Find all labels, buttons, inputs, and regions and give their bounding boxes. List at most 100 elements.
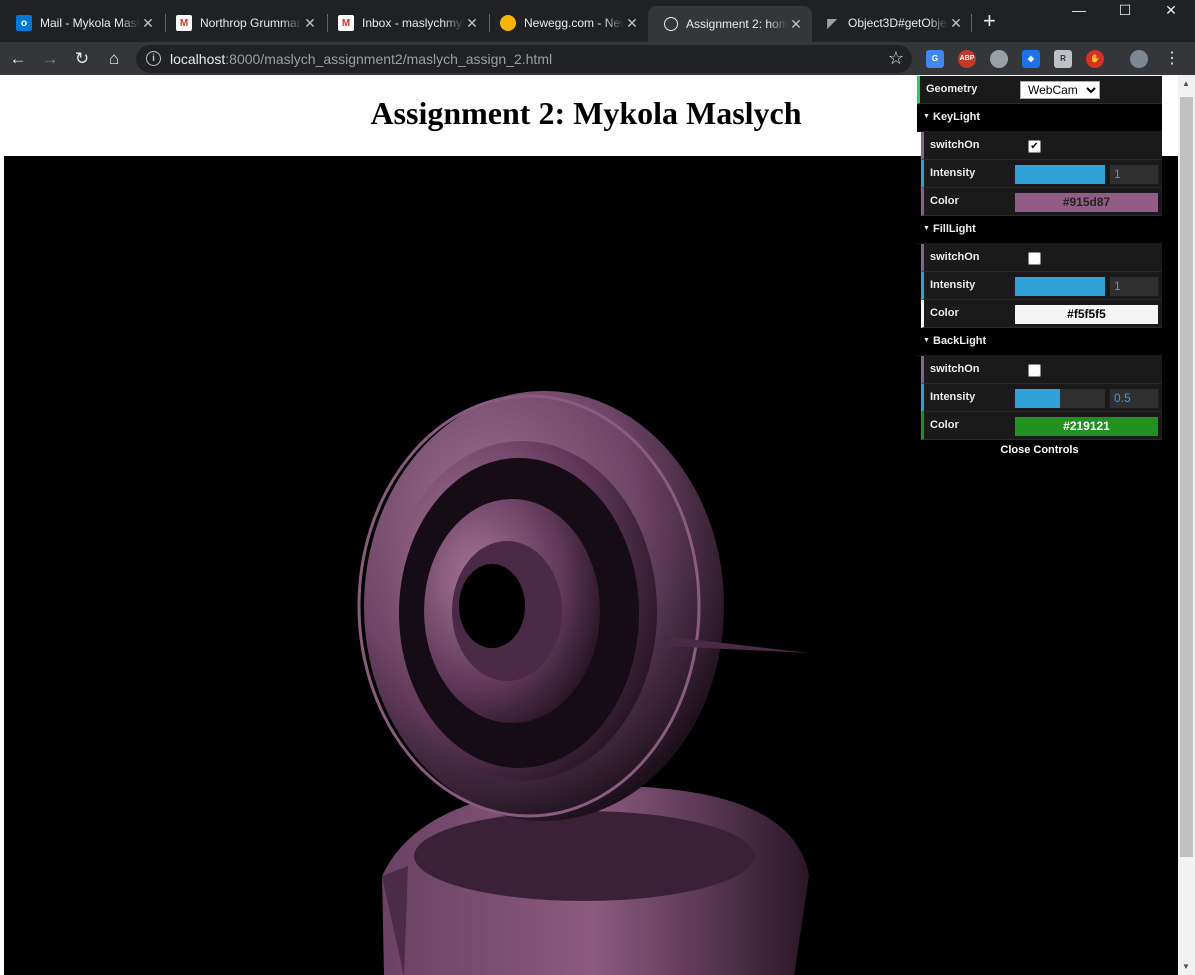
close-tab-icon[interactable]: ✕ bbox=[948, 15, 964, 32]
intensity-slider[interactable] bbox=[1015, 165, 1105, 184]
intensity-label: Intensity bbox=[930, 279, 976, 291]
close-window-button[interactable]: ✕ bbox=[1148, 2, 1194, 22]
switch-checkbox[interactable] bbox=[1028, 252, 1041, 265]
color-label: Color bbox=[930, 195, 959, 207]
close-tab-icon[interactable]: ✕ bbox=[464, 15, 480, 32]
url-host: localhost bbox=[170, 51, 226, 67]
geometry-label: Geometry bbox=[926, 83, 978, 95]
switch-label: switchOn bbox=[930, 251, 980, 263]
globe-icon bbox=[664, 17, 678, 31]
intensity-label: Intensity bbox=[930, 391, 976, 403]
scrollbar-thumb[interactable] bbox=[1180, 97, 1193, 857]
color-row: Color #219121 bbox=[921, 412, 1162, 440]
tab-newegg[interactable]: Newegg.com - Newegg ✕ bbox=[484, 8, 648, 38]
tab-assignment-2[interactable]: Assignment 2: homework ✕ bbox=[648, 6, 812, 42]
intensity-row: Intensity 1 bbox=[921, 160, 1162, 188]
tab-label: Northrop Grumman bbox=[200, 16, 302, 30]
caret-down-icon: ▼ bbox=[923, 225, 930, 232]
tab-outlook-mail[interactable]: o Mail - Mykola Maslych - Outlook ✕ bbox=[0, 8, 164, 38]
gmail-icon: M bbox=[176, 15, 192, 31]
intensity-label: Intensity bbox=[930, 167, 976, 179]
extension-icon-3[interactable]: R bbox=[1054, 50, 1072, 68]
tab-label: Newegg.com - Newegg bbox=[524, 16, 624, 30]
caret-down-icon: ▼ bbox=[923, 337, 930, 344]
slider-fill bbox=[1015, 165, 1105, 184]
menu-icon[interactable]: ⋮ bbox=[1160, 47, 1184, 71]
profile-avatar[interactable] bbox=[1130, 50, 1148, 68]
folder-filllight[interactable]: ▼ FillLight bbox=[917, 216, 1162, 244]
forward-button[interactable]: → bbox=[38, 47, 62, 71]
folder-title: BackLight bbox=[933, 335, 987, 347]
bookmark-star-icon[interactable]: ☆ bbox=[888, 48, 904, 69]
intensity-input[interactable]: 1 bbox=[1110, 165, 1158, 184]
page-scrollbar[interactable]: ▲ ▼ bbox=[1178, 75, 1195, 975]
color-label: Color bbox=[930, 419, 959, 431]
newegg-icon bbox=[500, 15, 516, 31]
info-icon[interactable]: i bbox=[146, 51, 161, 66]
intensity-input[interactable]: 1 bbox=[1110, 277, 1158, 296]
slider-fill bbox=[1015, 389, 1060, 408]
switch-label: switchOn bbox=[930, 363, 980, 375]
adblock-icon[interactable]: ABP bbox=[958, 50, 976, 68]
close-tab-icon[interactable]: ✕ bbox=[302, 15, 318, 32]
address-bar[interactable]: i localhost:8000/maslych_assignment2/mas… bbox=[136, 45, 912, 73]
home-button[interactable]: ⌂ bbox=[102, 47, 126, 71]
switch-row: switchOn bbox=[921, 244, 1162, 272]
extension-icon[interactable] bbox=[990, 50, 1008, 68]
intensity-slider[interactable] bbox=[1015, 277, 1105, 296]
tab-label: Assignment 2: homework bbox=[686, 17, 788, 31]
slider-fill bbox=[1015, 277, 1105, 296]
close-controls-button[interactable]: Close Controls bbox=[917, 440, 1162, 460]
switch-checkbox[interactable]: ✔ bbox=[1028, 140, 1041, 153]
url-text: localhost:8000/maslych_assignment2/masly… bbox=[170, 51, 552, 67]
folder-backlight[interactable]: ▼ BackLight bbox=[917, 328, 1162, 356]
extension-icon-4[interactable]: ✋ bbox=[1086, 50, 1104, 68]
controls-panel: Geometry WebCam ▼ KeyLight switchOn ✔ In… bbox=[917, 76, 1162, 460]
geometry-row: Geometry WebCam bbox=[917, 76, 1162, 104]
color-label: Color bbox=[930, 307, 959, 319]
maximize-button[interactable]: ☐ bbox=[1102, 2, 1148, 22]
extension-icon-2[interactable]: ◆ bbox=[1022, 50, 1040, 68]
translate-icon[interactable]: G bbox=[926, 50, 944, 68]
color-picker[interactable]: #915d87 bbox=[1015, 193, 1158, 212]
caret-down-icon: ▼ bbox=[923, 113, 930, 120]
tab-separator bbox=[971, 14, 972, 32]
close-tab-icon[interactable]: ✕ bbox=[788, 16, 804, 33]
color-row: Color #f5f5f5 bbox=[921, 300, 1162, 328]
browser-title-bar: o Mail - Mykola Maslych - Outlook ✕ M No… bbox=[0, 0, 1195, 42]
minimize-button[interactable]: — bbox=[1056, 2, 1102, 22]
close-tab-icon[interactable]: ✕ bbox=[140, 15, 156, 32]
switch-checkbox[interactable] bbox=[1028, 364, 1041, 377]
folder-title: KeyLight bbox=[933, 111, 981, 123]
back-button[interactable]: ← bbox=[6, 47, 30, 71]
geometry-select[interactable]: WebCam bbox=[1020, 81, 1100, 99]
threejs-icon: ◤ bbox=[827, 16, 837, 30]
color-picker[interactable]: #219121 bbox=[1015, 417, 1158, 436]
scroll-up-icon[interactable]: ▲ bbox=[1182, 79, 1190, 88]
scroll-down-icon[interactable]: ▼ bbox=[1182, 962, 1190, 971]
close-tab-icon[interactable]: ✕ bbox=[624, 15, 640, 32]
reload-button[interactable]: ↻ bbox=[70, 47, 94, 71]
tab-inbox[interactable]: M Inbox - maslychmykola ✕ bbox=[322, 8, 488, 38]
color-picker[interactable]: #f5f5f5 bbox=[1015, 305, 1158, 324]
intensity-input[interactable]: 0.5 bbox=[1110, 389, 1158, 408]
intensity-row: Intensity 0.5 bbox=[921, 384, 1162, 412]
tab-object3d-docs[interactable]: ◤ Object3D#getObjectByName ✕ bbox=[808, 8, 972, 38]
switch-row: switchOn bbox=[921, 356, 1162, 384]
intensity-row: Intensity 1 bbox=[921, 272, 1162, 300]
tab-northrop-grumman[interactable]: M Northrop Grumman ✕ bbox=[160, 8, 326, 38]
gmail-icon: M bbox=[338, 15, 354, 31]
folder-title: FillLight bbox=[933, 223, 976, 235]
url-path: :8000/maslych_assignment2/maslych_assign… bbox=[225, 51, 553, 67]
tab-label: Mail - Mykola Maslych - Outlook bbox=[40, 16, 140, 30]
folder-keylight[interactable]: ▼ KeyLight bbox=[917, 104, 1162, 132]
browser-toolbar: ← → ↻ ⌂ i localhost:8000/maslych_assignm… bbox=[0, 42, 1195, 75]
switch-row: switchOn ✔ bbox=[921, 132, 1162, 160]
intensity-slider[interactable] bbox=[1015, 389, 1105, 408]
tab-label: Inbox - maslychmykola bbox=[362, 16, 464, 30]
color-row: Color #915d87 bbox=[921, 188, 1162, 216]
new-tab-button[interactable]: + bbox=[983, 10, 996, 32]
outlook-icon: o bbox=[16, 15, 32, 31]
switch-label: switchOn bbox=[930, 139, 980, 151]
tab-label: Object3D#getObjectByName bbox=[848, 16, 948, 30]
